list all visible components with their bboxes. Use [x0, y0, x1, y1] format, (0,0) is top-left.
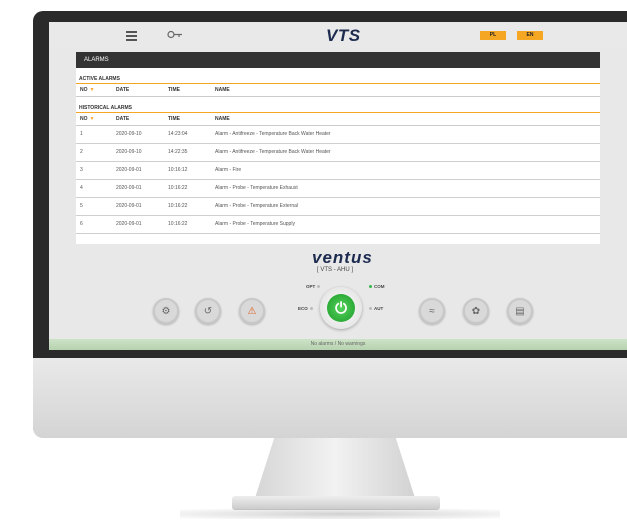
monitor-shadow [180, 509, 500, 519]
table-row[interactable]: 3 2020-09-01 10:16:12 Alarm - Fire [76, 162, 600, 180]
status-bar: No alarms / No warnings [49, 339, 627, 350]
mode-com[interactable]: COM [367, 284, 385, 289]
document-icon: ▤ [515, 305, 525, 317]
alarm-bell-icon: ⚠ [247, 305, 257, 317]
column-name: NAME [215, 116, 230, 122]
table-row[interactable]: 6 2020-09-01 10:16:22 Alarm - Probe - Te… [76, 216, 600, 234]
lang-en-button[interactable]: EN [517, 31, 543, 40]
monitor-chin [33, 358, 627, 438]
ventus-logo: ventus [312, 248, 373, 267]
alarms-panel: ALARMS ACTIVE ALARMS NO ▼ DATE TIME NAME … [76, 52, 600, 244]
table-row[interactable]: 4 2020-09-01 10:16:22 Alarm - Probe - Te… [76, 180, 600, 198]
mode-aut[interactable]: AUT [367, 306, 383, 311]
gear-icon: ⚙ [161, 305, 171, 317]
sort-arrow-icon: ▼ [89, 87, 95, 93]
key-icon[interactable] [167, 30, 183, 39]
app-screen: VTS PL EN ALARMS ACTIVE ALARMS NO ▼ DATE … [49, 22, 627, 350]
leaf-icon: ✿ [471, 305, 481, 317]
mode-opt[interactable]: OPT [306, 284, 322, 289]
column-name: NAME [215, 87, 230, 93]
mode-aut-indicator [369, 307, 372, 311]
active-alarms-header: NO ▼ DATE TIME NAME [76, 84, 600, 97]
mode-eco[interactable]: ECO [298, 306, 315, 311]
top-bar: VTS PL EN [49, 22, 627, 48]
history-button[interactable]: ↺ [195, 298, 221, 324]
report-button[interactable]: ▤ [507, 298, 533, 324]
panel-title: ALARMS [76, 52, 600, 68]
chart-icon: ≈ [429, 305, 435, 317]
eco-leaf-button[interactable]: ✿ [463, 298, 489, 324]
table-row[interactable]: 5 2020-09-01 10:16:22 Alarm - Probe - Te… [76, 198, 600, 216]
power-icon: ⏻ [335, 299, 347, 317]
column-no[interactable]: NO ▼ [80, 84, 94, 96]
sort-arrow-icon: ▼ [89, 116, 95, 122]
monitor-stand [255, 438, 415, 498]
charts-button[interactable]: ≈ [419, 298, 445, 324]
table-row[interactable]: 2 2020-09-10 14:22:35 Alarm - Antifreeze… [76, 144, 600, 162]
table-row[interactable]: 1 2020-09-10 14:23:04 Alarm - Antifreeze… [76, 126, 600, 144]
history-icon: ↺ [203, 305, 213, 317]
mode-eco-indicator [309, 307, 313, 311]
column-time: TIME [168, 116, 180, 122]
power-button[interactable]: ⏻ [327, 294, 355, 322]
column-date: DATE [116, 116, 130, 122]
column-no[interactable]: NO ▼ [80, 113, 94, 125]
vts-logo: VTS [326, 26, 361, 45]
historical-alarms-heading: HISTORICAL ALARMS [76, 104, 600, 113]
column-date: DATE [116, 87, 130, 93]
mode-com-indicator [369, 285, 372, 289]
hamburger-menu-icon[interactable] [126, 31, 137, 43]
column-time: TIME [168, 87, 180, 93]
alarms-button[interactable]: ⚠ [239, 298, 265, 324]
monitor-base [232, 496, 440, 510]
lang-pl-button[interactable]: PL [480, 31, 506, 40]
device-subtitle: [ VTS - AHU ] [317, 267, 354, 273]
historical-alarms-header: NO ▼ DATE TIME NAME [76, 113, 600, 126]
mode-opt-indicator [317, 285, 321, 289]
active-alarms-heading: ACTIVE ALARMS [76, 75, 600, 84]
settings-button[interactable]: ⚙ [153, 298, 179, 324]
